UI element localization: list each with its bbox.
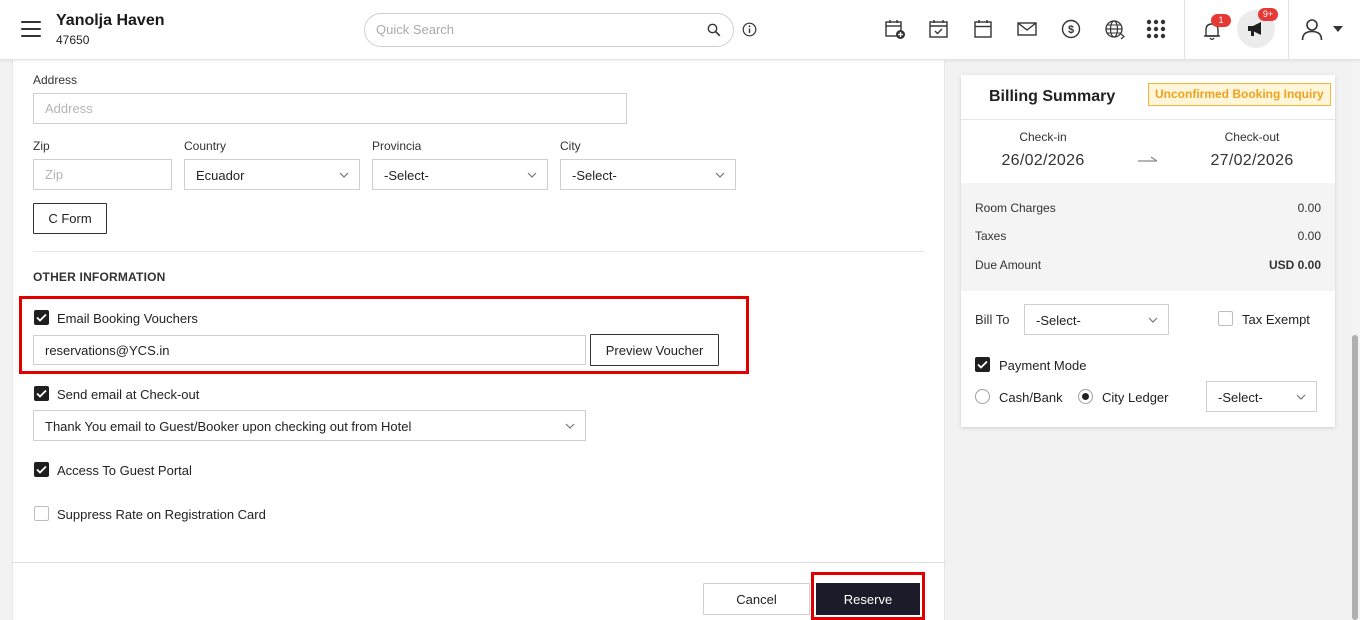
room-charges-row: Room Charges 0.00 xyxy=(975,201,1321,215)
chevron-down-icon xyxy=(565,423,575,429)
room-charges-value: 0.00 xyxy=(1297,201,1321,215)
suppress-rate-label: Suppress Rate on Registration Card xyxy=(57,507,266,522)
country-label: Country xyxy=(184,139,227,153)
city-label: City xyxy=(560,139,581,153)
city-ledger-radio[interactable] xyxy=(1078,389,1093,404)
city-value: -Select- xyxy=(572,168,617,183)
other-information-title: OTHER INFORMATION xyxy=(33,270,166,284)
quick-search xyxy=(364,13,734,47)
mail-icon[interactable] xyxy=(1016,18,1038,40)
tax-exempt-checkbox[interactable] xyxy=(1218,311,1233,326)
provincia-value: -Select- xyxy=(384,168,429,183)
arrow-right-icon xyxy=(1138,156,1158,162)
due-amount-label: Due Amount xyxy=(975,258,1042,272)
address-label: Address xyxy=(33,73,78,87)
c-form-button[interactable]: C Form xyxy=(33,203,107,234)
bill-to-value: -Select- xyxy=(1036,313,1081,328)
property-code: 47650 xyxy=(56,33,90,47)
guest-portal-label: Access To Guest Portal xyxy=(57,463,192,478)
send-checkout-email-label: Send email at Check-out xyxy=(57,387,200,402)
notification-badge: 1 xyxy=(1211,14,1231,27)
property-name: Yanolja Haven xyxy=(56,12,165,29)
country-select[interactable]: Ecuador xyxy=(184,159,360,190)
taxes-label: Taxes xyxy=(975,229,1007,243)
provincia-select[interactable]: -Select- xyxy=(372,159,548,190)
check-icon xyxy=(36,465,47,474)
chevron-down-icon xyxy=(1296,394,1306,400)
chevron-down-icon xyxy=(339,172,349,178)
billing-summary-title: Billing Summary xyxy=(989,88,1116,105)
apps-grid-icon[interactable] xyxy=(1145,18,1167,40)
cash-bank-label: Cash/Bank xyxy=(999,390,1063,405)
bill-to-select[interactable]: -Select- xyxy=(1024,304,1169,335)
reservation-form-panel: Address Zip Country Ecuador Provincia -S… xyxy=(12,60,946,620)
provincia-label: Provincia xyxy=(372,139,422,153)
checkout-date: 27/02/2026 xyxy=(1210,152,1294,169)
country-value: Ecuador xyxy=(196,168,245,183)
check-icon xyxy=(977,360,988,369)
zip-input[interactable] xyxy=(33,159,172,190)
announcement-badge: 9+ xyxy=(1258,8,1278,21)
section-divider xyxy=(33,251,925,252)
calendar-icon[interactable] xyxy=(972,18,994,40)
city-ledger-label: City Ledger xyxy=(1102,390,1169,405)
page-scrollbar-thumb[interactable] xyxy=(1352,335,1358,620)
cash-bank-radio[interactable] xyxy=(975,389,990,404)
checkout-label: Check-out xyxy=(1224,130,1280,144)
taxes-row: Taxes 0.00 xyxy=(975,229,1321,243)
globe-icon[interactable] xyxy=(1104,18,1126,40)
checkin-date: 26/02/2026 xyxy=(1001,152,1085,169)
caret-down-icon[interactable] xyxy=(1333,26,1343,32)
payment-mode-checkbox[interactable] xyxy=(975,357,990,372)
top-header: Yanolja Haven 47650 $ 1 9+ xyxy=(0,0,1360,60)
suppress-rate-checkbox[interactable] xyxy=(34,506,49,521)
search-input[interactable] xyxy=(376,22,696,37)
card-divider xyxy=(961,119,1335,120)
city-ledger-value: -Select- xyxy=(1218,390,1263,405)
info-icon[interactable] xyxy=(742,22,757,37)
billing-summary-card: Billing Summary Unconfirmed Booking Inqu… xyxy=(961,75,1335,427)
zip-label: Zip xyxy=(33,139,50,153)
megaphone-icon xyxy=(1248,22,1261,36)
chevron-down-icon xyxy=(1148,317,1158,323)
user-icon[interactable] xyxy=(1300,17,1324,41)
highlight-box xyxy=(19,296,749,374)
dollar-icon[interactable]: $ xyxy=(1060,18,1082,40)
due-amount-value: USD 0.00 xyxy=(1268,258,1321,272)
checkout-email-template-value: Thank You email to Guest/Booker upon che… xyxy=(45,419,412,434)
calendar-add-icon[interactable] xyxy=(884,18,906,40)
highlight-box xyxy=(811,572,925,620)
search-icon[interactable] xyxy=(707,23,721,37)
cancel-button[interactable]: Cancel xyxy=(703,583,810,615)
address-input[interactable] xyxy=(33,93,627,124)
checkin-label: Check-in xyxy=(1019,130,1067,144)
header-divider xyxy=(1184,0,1185,60)
guest-portal-checkbox[interactable] xyxy=(34,462,49,477)
tax-exempt-label: Tax Exempt xyxy=(1242,312,1310,327)
taxes-value: 0.00 xyxy=(1297,229,1321,243)
status-badge: Unconfirmed Booking Inquiry xyxy=(1148,83,1331,106)
calendar-check-icon[interactable] xyxy=(928,18,950,40)
check-icon xyxy=(36,389,47,398)
chevron-down-icon xyxy=(715,172,725,178)
payment-mode-label: Payment Mode xyxy=(999,358,1087,373)
footer-divider xyxy=(13,562,946,563)
menu-icon[interactable] xyxy=(21,21,41,37)
send-checkout-email-checkbox[interactable] xyxy=(34,386,49,401)
city-ledger-select[interactable]: -Select- xyxy=(1206,381,1317,412)
room-charges-label: Room Charges xyxy=(975,201,1056,215)
svg-text:$: $ xyxy=(1068,24,1074,36)
bill-to-label: Bill To xyxy=(975,312,1010,327)
due-amount-row: Due Amount USD 0.00 xyxy=(975,258,1321,272)
chevron-down-icon xyxy=(527,172,537,178)
checkout-email-template-select[interactable]: Thank You email to Guest/Booker upon che… xyxy=(33,410,586,441)
charges-summary: Room Charges 0.00 Taxes 0.00 Due Amount … xyxy=(961,183,1335,291)
header-divider xyxy=(1288,0,1289,60)
city-select[interactable]: -Select- xyxy=(560,159,736,190)
